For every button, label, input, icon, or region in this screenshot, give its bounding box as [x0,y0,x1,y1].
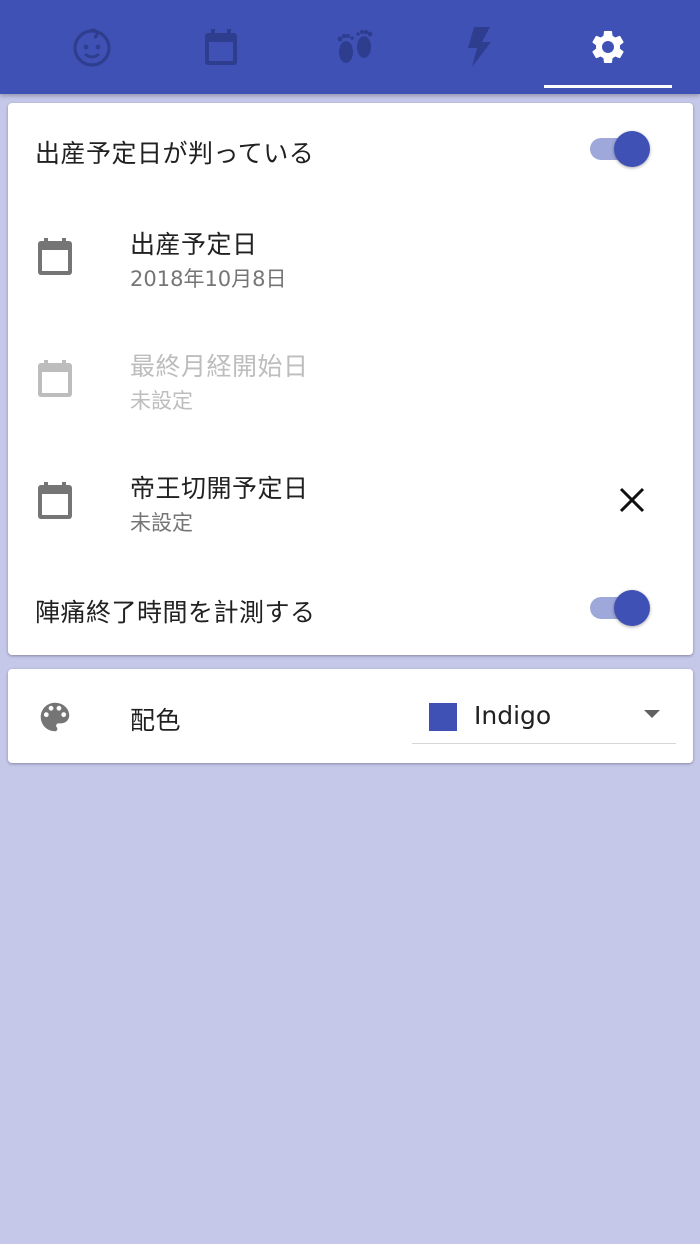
toggle-thumb [614,131,650,167]
tab-baby[interactable] [28,0,156,94]
app-bar [0,0,700,94]
gear-icon [592,31,624,63]
due-date-known-toggle[interactable] [588,129,652,169]
theme-label: 配色 [130,706,182,735]
tab-settings[interactable] [544,0,672,94]
measure-end-label: 陣痛終了時間を計測する [35,598,316,627]
last-period-value: 未設定 [130,389,193,413]
lightning-icon [468,27,491,67]
measure-end-toggle[interactable] [588,588,652,628]
theme-selected-value: Indigo [474,701,552,730]
color-swatch [429,703,457,731]
calendar-icon [205,29,237,65]
close-icon[interactable] [612,480,652,520]
tab-calendar[interactable] [157,0,285,94]
calendar-icon [36,359,74,397]
active-tab-indicator [544,85,672,88]
settings-card: 出産予定日が判っている 出産予定日 2018年10月8日 最終月経開始日 未設定… [8,103,693,655]
tab-contractions[interactable] [415,0,543,94]
tab-footprints[interactable] [291,0,419,94]
chevron-down-icon [644,710,660,718]
theme-select[interactable]: Indigo [412,669,676,744]
palette-icon [36,698,74,736]
calendar-icon [36,237,74,275]
toggle-thumb [614,590,650,626]
calendar-icon [36,481,74,519]
theme-card: 配色 Indigo [8,669,693,763]
due-date-label: 出産予定日 [130,230,258,259]
cesarean-value: 未設定 [130,511,193,535]
due-date-value: 2018年10月8日 [130,267,287,291]
last-period-label: 最終月経開始日 [130,352,309,381]
due-date-known-label: 出産予定日が判っている [35,139,315,168]
cesarean-label: 帝王切開予定日 [130,474,309,503]
footprints-icon [337,29,373,63]
baby-face-icon [73,28,111,67]
